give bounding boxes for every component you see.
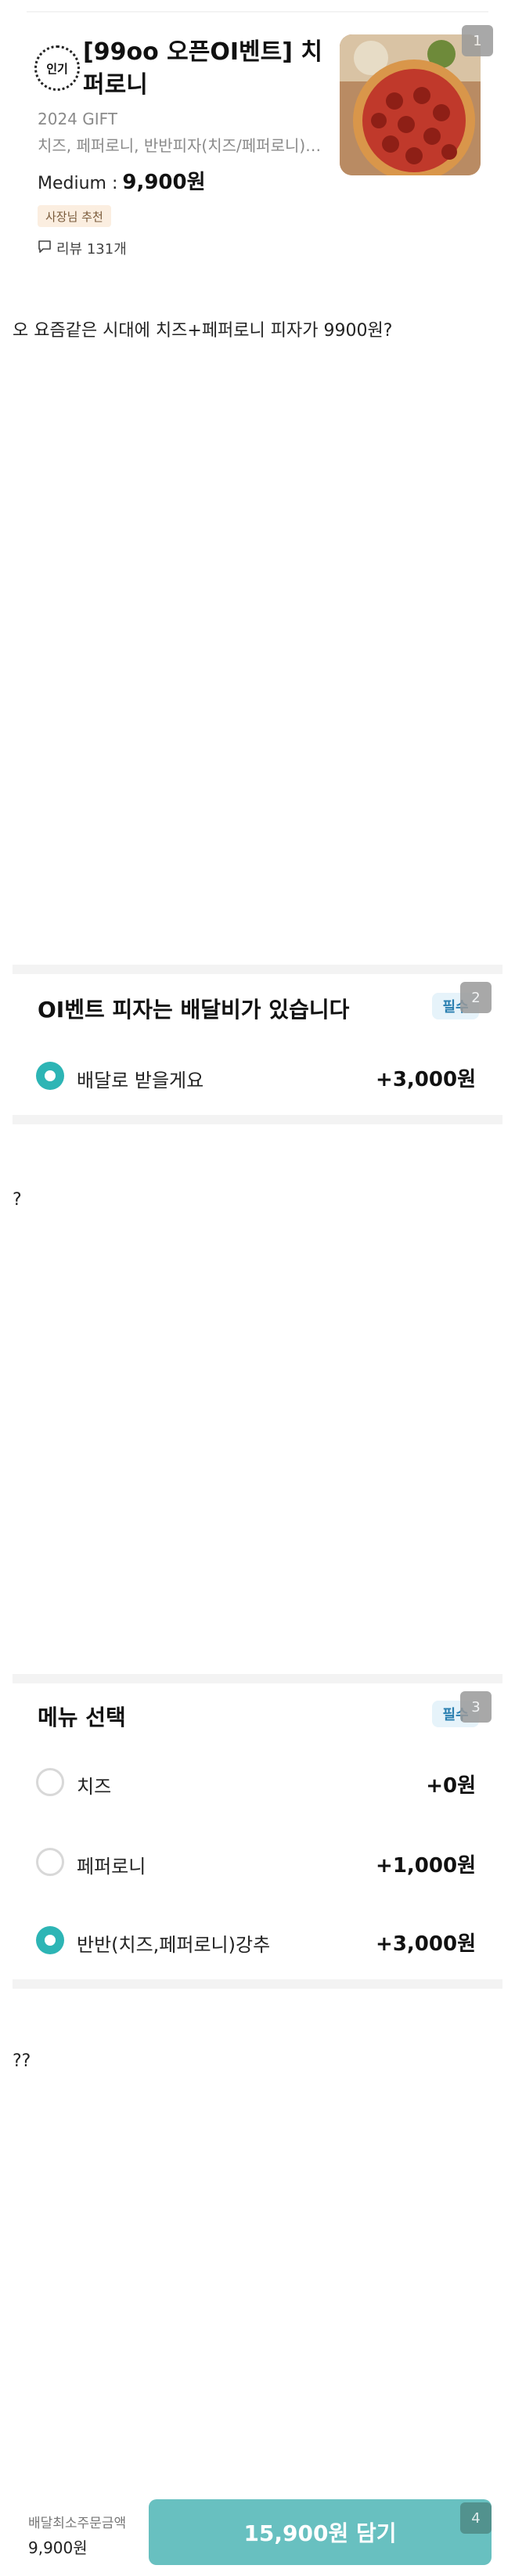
overlay-number-4: 4 xyxy=(460,2502,492,2534)
owner-recommend-badge: 사장님 추천 xyxy=(38,205,111,227)
option-half-half[interactable]: 반반(치즈,페퍼로니)강추 +3,000원 xyxy=(27,1915,488,1962)
option-pepperoni[interactable]: 페퍼로니 +1,000원 xyxy=(27,1837,488,1884)
review-link[interactable]: 리뷰 131개 xyxy=(38,238,127,258)
option-label: 치즈 xyxy=(77,1776,112,1798)
top-divider xyxy=(27,11,488,13)
section-divider xyxy=(13,1674,502,1683)
option-price: +1,000원 xyxy=(376,1854,476,1878)
review-text-3: ?? xyxy=(13,2051,31,2071)
section-divider xyxy=(13,965,502,974)
overlay-number-1: 1 xyxy=(462,25,493,56)
option-label: 페퍼로니 xyxy=(77,1856,146,1878)
radio-empty-icon[interactable] xyxy=(36,1848,64,1876)
product-subtitle: 2024 GIFT xyxy=(38,110,118,128)
bottom-order-bar: 배달최소주문금액 9,900원 15,900원 담기 xyxy=(0,2490,515,2576)
product-image xyxy=(340,34,481,175)
option-price: +0원 xyxy=(426,1774,476,1798)
review-text-2: ? xyxy=(13,1190,22,1210)
price-row: Medium :9,900원 xyxy=(38,166,206,195)
radio-selected-icon[interactable] xyxy=(36,1062,64,1090)
overlay-number-2: 2 xyxy=(460,982,492,1013)
product-title: [99oo 오픈OI벤트] 치퍼로니 xyxy=(83,38,322,99)
option-delivery[interactable]: 배달로 받을게요 +3,000원 xyxy=(27,1051,488,1098)
radio-empty-icon[interactable] xyxy=(36,1768,64,1796)
min-order-value: 9,900원 xyxy=(28,2538,88,2557)
option-price: +3,000원 xyxy=(376,1932,476,1956)
popular-badge-icon: 인기 xyxy=(34,45,80,91)
option-label: 반반(치즈,페퍼로니)강추 xyxy=(77,1934,271,1956)
option-cheese[interactable]: 치즈 +0원 xyxy=(27,1757,488,1804)
min-order-label: 배달최소주문금액 xyxy=(28,2516,127,2531)
product-description: 치즈, 페퍼로니, 반반피자(치즈/페퍼로니)… xyxy=(38,136,322,155)
popular-badge-label: 인기 xyxy=(46,61,68,76)
review-text-1: 오 요즘같은 시대에 치즈+페퍼로니 피자가 9900원? xyxy=(13,321,393,341)
menu-section-title: 메뉴 선택 xyxy=(38,1705,126,1730)
add-to-cart-button[interactable]: 15,900원 담기 xyxy=(149,2499,492,2565)
section-divider xyxy=(13,1979,502,1989)
option-price: +3,000원 xyxy=(376,1068,476,1091)
section-divider xyxy=(13,1115,502,1124)
overlay-number-3: 3 xyxy=(460,1691,492,1723)
review-count: 리뷰 131개 xyxy=(56,241,127,258)
delivery-section-title: OI벤트 피자는 배달비가 있습니다 xyxy=(38,997,350,1023)
size-label: Medium : xyxy=(38,174,118,193)
product-price: 9,900원 xyxy=(122,171,206,194)
product-card: 인기 [99oo 오픈OI벤트] 치퍼로니 2024 GIFT 치즈, 페퍼로니… xyxy=(27,17,488,268)
option-label: 배달로 받을게요 xyxy=(77,1070,204,1091)
radio-selected-icon[interactable] xyxy=(36,1926,64,1954)
comment-icon xyxy=(38,240,52,258)
